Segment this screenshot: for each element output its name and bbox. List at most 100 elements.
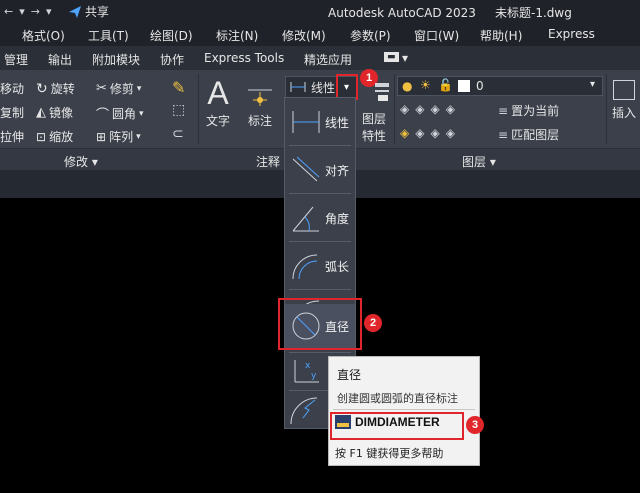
fillet-button[interactable]: ⌒ 圆角 ▾ [96, 104, 144, 123]
window-title: Autodesk AutoCAD 2023 未标题-1.dwg [328, 4, 572, 21]
layer-freeze-icon[interactable]: ◈ [430, 102, 439, 116]
multileader-icon[interactable] [374, 80, 392, 102]
menu-bar: 格式(O) 工具(T) 绘图(D) 标注(N) 修改(M) 参数(P) 窗口(W… [0, 22, 640, 46]
layer-unisolate-icon[interactable]: ◈ [415, 126, 424, 140]
layer-combo-box[interactable]: ● ☀ 🔓 0 ▾ [397, 76, 603, 96]
dimension-button[interactable]: 标注 [246, 84, 274, 129]
mirror-button[interactable]: ◭ 镜像 [36, 104, 73, 121]
menu-format[interactable]: 格式(O) [22, 27, 65, 44]
layer-properties-button[interactable]: 图层 特性 [362, 110, 386, 144]
scale-button[interactable]: ⊡ 缩放 [36, 128, 73, 145]
menu-item-linear[interactable]: 线性 [285, 100, 355, 144]
chevron-down-icon[interactable]: ▾ [402, 51, 408, 65]
layer-color-swatch [458, 80, 470, 92]
menu-window[interactable]: 窗口(W) [414, 27, 459, 44]
chevron-down-icon[interactable]: ▾ [136, 132, 141, 142]
copy-label: 复制 [0, 106, 25, 120]
menu-dimension[interactable]: 标注(N) [216, 27, 258, 44]
dropdown-arrow-icon[interactable]: ▾ [19, 5, 25, 18]
share-button[interactable]: 共享 [68, 3, 109, 20]
lock-icon: 🔓 [438, 78, 453, 92]
layer-lock-icon[interactable]: ◈ [446, 102, 455, 116]
stretch-button[interactable]: 拉伸 [0, 128, 24, 145]
menu-item-label: 角度 [325, 211, 350, 226]
tab-collaborate[interactable]: 协作 [160, 51, 184, 68]
sun-icon: ☀ [420, 78, 431, 92]
menu-item-aligned[interactable]: 对齐 [285, 148, 355, 192]
tooltip-title: 直径 [337, 368, 362, 382]
menu-separator [289, 289, 351, 290]
offset-icon[interactable]: ⊂ [172, 126, 184, 142]
layer-thaw-icon[interactable]: ◈ [430, 126, 439, 140]
match-layer-button[interactable]: ≡ 匹配图层 [498, 126, 559, 143]
text-button[interactable]: A 文字 [206, 76, 230, 129]
jogged-dimension-icon[interactable] [289, 394, 323, 426]
dropdown-arrow-icon[interactable]: ▾ [46, 5, 52, 18]
layer-on-icon[interactable]: ◈ [400, 126, 409, 140]
trim-label: 修剪 [109, 82, 134, 96]
menu-express[interactable]: Express [548, 27, 595, 41]
tooltip-description: 创建圆或圆弧的直径标注 [337, 392, 458, 405]
ordinate-dimension-icon[interactable]: xy [289, 356, 323, 386]
eraser-icon[interactable]: ⬚ [172, 102, 185, 118]
menu-separator [289, 241, 351, 242]
menu-parametric[interactable]: 参数(P) [350, 27, 391, 44]
current-layer-name: 0 [476, 79, 484, 93]
separator [606, 74, 607, 144]
insert-icon [613, 80, 635, 100]
linear-dimension-icon [290, 82, 306, 92]
scale-icon: ⊡ [36, 129, 47, 144]
menu-tools[interactable]: 工具(T) [88, 27, 129, 44]
layer-props-label-2: 特性 [362, 129, 387, 143]
menu-item-angular[interactable]: 角度 [285, 196, 355, 240]
menu-modify[interactable]: 修改(M) [282, 27, 326, 44]
highlight-box-2 [278, 298, 362, 350]
undo-icon[interactable]: ← [4, 5, 13, 18]
array-button[interactable]: ⊞ 阵列 ▾ [96, 128, 141, 145]
app-title: Autodesk AutoCAD 2023 [328, 6, 476, 20]
insert-button[interactable]: 插入 [612, 80, 636, 121]
modify-panel-title[interactable]: 修改 ▾ [64, 153, 98, 170]
array-icon: ⊞ [96, 129, 107, 144]
set-current-icon: ≡ [498, 103, 509, 118]
move-button[interactable]: 移动 [0, 80, 24, 97]
rotate-button[interactable]: ↻ 旋转 [36, 80, 75, 97]
share-label: 共享 [85, 5, 110, 19]
layer-unlock-icon[interactable]: ◈ [446, 126, 455, 140]
linear-dimension-icon [292, 111, 320, 133]
layer-off-icon[interactable]: ◈ [400, 102, 409, 116]
redo-icon[interactable]: → [31, 5, 40, 18]
chevron-down-icon[interactable]: ▾ [137, 84, 142, 94]
tab-output[interactable]: 输出 [48, 51, 72, 68]
panel-toggle-icon[interactable]: ▬ [384, 52, 399, 62]
tab-addins[interactable]: 附加模块 [92, 51, 140, 68]
step-badge-2: 2 [364, 314, 382, 332]
layer-props-label-1: 图层 [362, 112, 387, 126]
stretch-label: 拉伸 [0, 130, 25, 144]
array-label: 阵列 [109, 130, 134, 144]
tab-manage[interactable]: 管理 [4, 51, 28, 68]
modify-panel-title-text: 修改 [64, 155, 89, 169]
trim-button[interactable]: ✂ 修剪 ▾ [96, 80, 141, 97]
rotate-icon: ↻ [36, 80, 48, 97]
tab-express-tools[interactable]: Express Tools [204, 51, 284, 65]
copy-button[interactable]: 复制 [0, 104, 24, 121]
layers-panel-title[interactable]: 图层 ▾ [462, 153, 496, 170]
annotation-panel-title[interactable]: 注释 [256, 153, 280, 170]
mirror-label: 镜像 [49, 106, 74, 120]
set-current-button[interactable]: ≡ 置为当前 [498, 102, 559, 119]
set-current-label: 置为当前 [511, 104, 560, 118]
layer-tools-row-1: ◈ ◈ ◈ ◈ [400, 102, 455, 116]
fillet-label: 圆角 [112, 107, 137, 121]
scissors-icon: ✂ [96, 81, 107, 96]
menu-separator [289, 193, 351, 194]
document-title: 未标题-1.dwg [495, 6, 572, 20]
menu-item-arc-length[interactable]: 弧长 [285, 244, 355, 288]
pencil-icon[interactable]: ✎ [172, 78, 185, 97]
layer-isolate-icon[interactable]: ◈ [415, 102, 424, 116]
chevron-down-icon[interactable]: ▾ [139, 109, 144, 119]
tab-featured-apps[interactable]: 精选应用 [304, 51, 352, 68]
text-label: 文字 [206, 114, 231, 128]
menu-help[interactable]: 帮助(H) [480, 27, 522, 44]
menu-draw[interactable]: 绘图(D) [150, 27, 193, 44]
